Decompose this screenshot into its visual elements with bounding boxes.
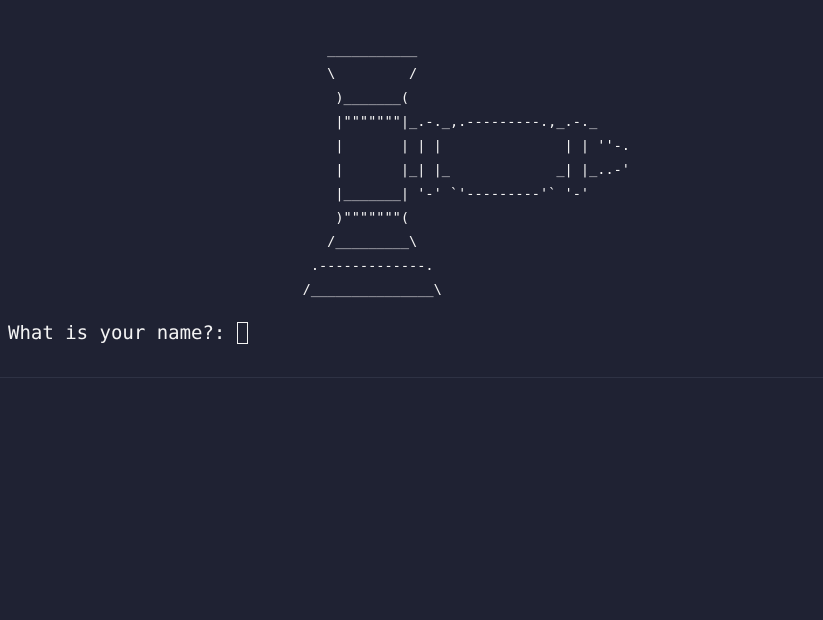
gavel-ascii-art: ___________ \ / )_______( |"""""""|_.-._… [302,42,630,298]
name-prompt-label: What is your name?: [8,322,237,344]
text-cursor[interactable] [236,322,248,344]
name-prompt-line[interactable]: What is your name?: [8,320,248,346]
terminal-window[interactable]: ___________ \ / )_______( |"""""""|_.-._… [0,0,823,620]
output-divider [0,377,823,378]
